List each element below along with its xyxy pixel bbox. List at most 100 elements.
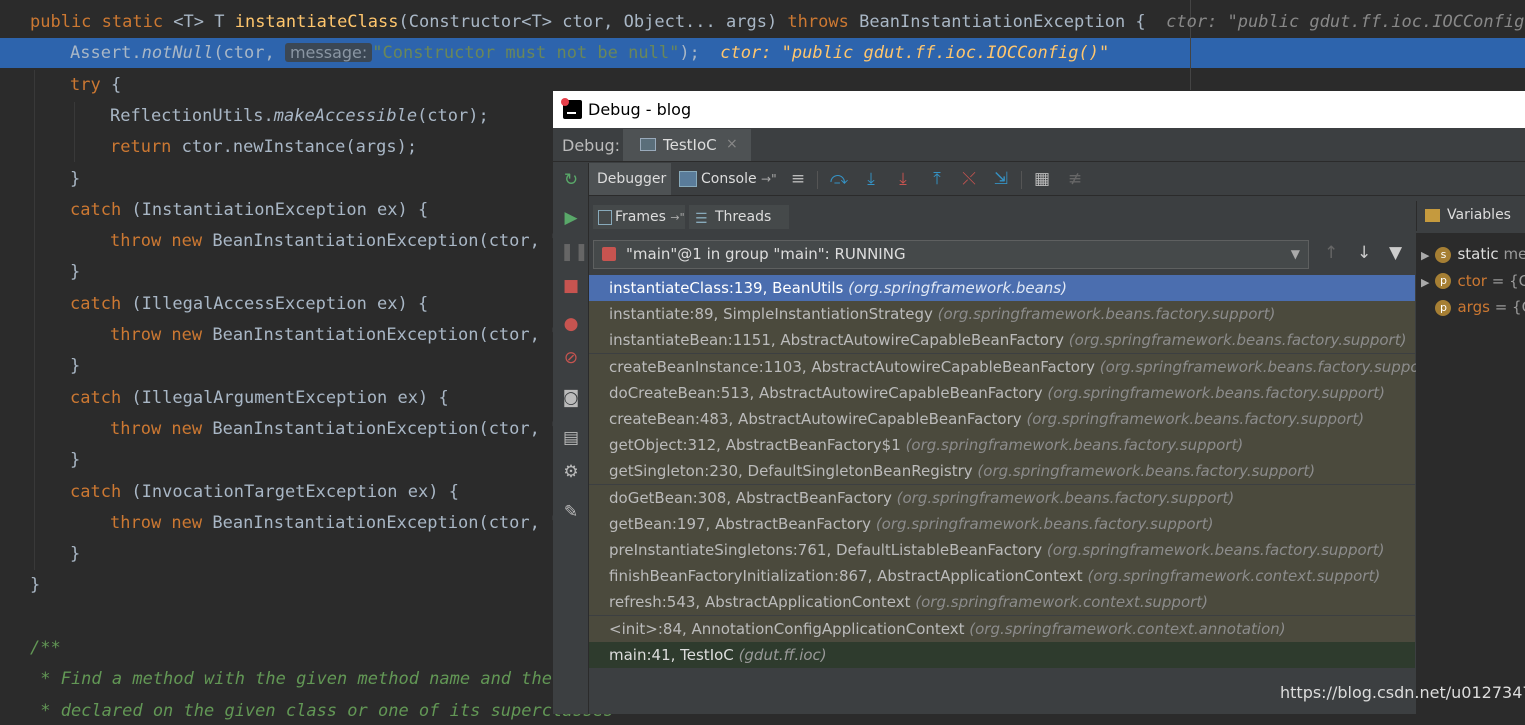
stack-frame-row[interactable]: doGetBean:308, AbstractBeanFactory (org.… — [589, 484, 1415, 511]
frame-method: instantiate:89, SimpleInstantiationStrat… — [609, 305, 933, 324]
menu-icon[interactable]: ≡ — [788, 169, 808, 189]
settings-gear-icon[interactable]: ⚙ — [560, 461, 582, 483]
run-to-cursor-icon[interactable]: ⇲ — [991, 169, 1011, 189]
code-token: catch — [70, 199, 132, 220]
step-over-icon[interactable]: ⤓ — [861, 169, 881, 189]
code-line: return ctor.newInstance(args); — [110, 133, 417, 161]
rerun-icon[interactable]: ↻ — [560, 169, 582, 191]
frame-method: <init>:84, AnnotationConfigApplicationCo… — [609, 619, 965, 638]
step-out-icon[interactable]: ⤒ — [927, 169, 947, 189]
stack-frame-row[interactable]: createBeanInstance:1103, AbstractAutowir… — [589, 353, 1437, 380]
frames-list: instantiateClass:139, BeanUtils (org.spr… — [589, 275, 1437, 714]
stop-icon[interactable]: ■ — [560, 275, 582, 297]
frame-method: doCreateBean:513, AbstractAutowireCapabl… — [609, 383, 1043, 402]
tab-threads[interactable]: ☰ Threads →" — [689, 205, 789, 248]
console-icon — [679, 171, 697, 187]
watermark: https://blog.csdn.net/u012734723 — [1280, 683, 1525, 702]
expand-arrow-icon[interactable]: ▶ — [1421, 249, 1429, 262]
chevron-down-icon: ▼ — [1290, 247, 1300, 261]
camera-icon[interactable]: ◙ — [560, 387, 582, 409]
frame-method: instantiateClass:139, BeanUtils — [609, 279, 844, 297]
stack-frame-row[interactable]: refresh:543, AbstractApplicationContext … — [589, 589, 1415, 616]
code-line: /** — [30, 634, 61, 662]
debug-window-titlebar[interactable]: Debug - blog — [553, 91, 1525, 128]
indent-guide — [74, 102, 75, 162]
variable-row[interactable]: ▶pargs = {C — [1417, 294, 1525, 320]
pin-icon[interactable]: ✎ — [560, 501, 582, 523]
code-token: public static — [30, 12, 174, 32]
code-token: ); — [679, 43, 721, 64]
view-breakpoints-icon[interactable]: ● — [560, 313, 582, 335]
resume-icon[interactable]: ▶ — [560, 207, 582, 229]
stack-frame-row[interactable]: createBean:483, AbstractAutowireCapableB… — [589, 406, 1415, 432]
code-token: BeanInstantiationException(ctor, " — [212, 325, 561, 345]
stack-frame-row[interactable]: preInstantiateSingletons:761, DefaultLis… — [589, 537, 1415, 563]
code-token: BeanInstantiationException(ctor, "( — [212, 512, 571, 533]
frame-package: (org.springframework.beans.factory.suppo… — [1047, 383, 1386, 402]
stack-frame-row[interactable]: instantiate:89, SimpleInstantiationStrat… — [589, 301, 1415, 328]
code-token: makeAccessible — [273, 105, 418, 126]
stack-frame-row[interactable]: <init>:84, AnnotationConfigApplicationCo… — [589, 615, 1415, 642]
show-execution-point-icon[interactable]: ⤼ — [829, 169, 849, 189]
expand-arrow-icon[interactable]: ▶ — [1421, 276, 1429, 289]
variables-header[interactable]: Variables — [1416, 201, 1525, 231]
thread-selector-dropdown[interactable]: "main"@1 in group "main": RUNNING ▼ — [593, 240, 1309, 269]
threads-icon: ☰ — [695, 211, 708, 227]
run-config-icon — [640, 138, 656, 151]
code-token: (Constructor<T> ctor, Object... args) — [398, 12, 788, 32]
next-frame-arrow-icon[interactable]: ↓ — [1357, 243, 1371, 263]
evaluate-expression-icon[interactable]: ▦ — [1032, 169, 1052, 189]
variable-kind-icon: s — [1435, 246, 1452, 263]
tab-label: TestIoC — [663, 136, 717, 154]
code-token: throw new — [110, 512, 213, 533]
tab-frames[interactable]: Frames →" — [593, 205, 685, 229]
toolbar-separator — [817, 171, 818, 189]
stack-frame-row[interactable]: instantiateBean:1151, AbstractAutowireCa… — [589, 327, 1415, 354]
stack-frame-row[interactable]: getObject:312, AbstractBeanFactory$1 (or… — [589, 432, 1415, 459]
code-token: (InvocationTargetException ex) { — [131, 481, 459, 502]
pause-icon[interactable]: ❚❚ — [560, 241, 589, 263]
pin-tab-icon: →" — [761, 172, 777, 186]
variable-row[interactable]: ▶ pctor = {C — [1417, 268, 1525, 294]
layout-icon[interactable]: ▤ — [560, 427, 582, 449]
previous-frame-arrow-icon[interactable]: ↑ — [1324, 243, 1338, 263]
tab-console[interactable]: Console →" — [677, 163, 781, 195]
code-token: throw new — [110, 231, 213, 252]
frames-threads-tabs: Frames →" ☰ Threads →" — [589, 201, 1415, 248]
stack-frame-row[interactable]: finishBeanFactoryInitialization:867, Abs… — [589, 563, 1415, 590]
drop-frame-icon[interactable]: ⤬ — [959, 169, 979, 189]
frame-package: (org.springframework.beans.factory.suppo… — [1068, 331, 1407, 350]
stack-frame-row[interactable]: getSingleton:230, DefaultSingletonBeanRe… — [589, 458, 1415, 485]
filter-icon[interactable]: ▼ — [1389, 243, 1402, 263]
frame-method: refresh:543, AbstractApplicationContext — [609, 593, 911, 612]
frame-method: instantiateBean:1151, AbstractAutowireCa… — [609, 331, 1065, 350]
code-token: } — [30, 575, 41, 596]
code-token: ctor.newInstance(args); — [181, 137, 418, 158]
indent-guide — [34, 70, 35, 570]
code-token: BeanInstantiationException(ctor, " — [212, 418, 561, 439]
variables-label: Variables — [1447, 207, 1511, 223]
stack-frame-row[interactable]: main:41, TestIoC (gdut.ff.ioc) — [589, 641, 1415, 668]
variable-row[interactable]: ▶ s static me — [1417, 241, 1525, 267]
frame-package: (org.springframework.beans.factory.suppo… — [937, 305, 1276, 324]
code-line: catch (InvocationTargetException ex) { — [70, 478, 459, 506]
code-line: } — [70, 446, 80, 474]
code-token: (ctor); — [417, 105, 489, 126]
frames-label: Frames — [615, 209, 666, 225]
frame-package: (org.springframework.beans.factory.suppo… — [875, 514, 1214, 533]
code-token: (ctor, — [213, 43, 285, 64]
stack-frame-row[interactable]: doCreateBean:513, AbstractAutowireCapabl… — [589, 379, 1415, 406]
trace-icon[interactable]: ≢ — [1065, 169, 1085, 189]
frame-package: (gdut.ff.ioc) — [738, 645, 827, 664]
frame-method: finishBeanFactoryInitialization:867, Abs… — [609, 567, 1083, 586]
mute-breakpoints-icon[interactable]: ⊘ — [560, 347, 582, 369]
step-into-icon[interactable]: ⤓ — [893, 169, 913, 189]
stack-frame-row[interactable]: instantiateClass:139, BeanUtils (org.spr… — [589, 275, 1415, 301]
stack-frame-row[interactable]: getBean:197, AbstractBeanFactory (org.sp… — [589, 510, 1415, 537]
variable-kind-icon: p — [1435, 299, 1452, 316]
close-tab-icon[interactable]: × — [726, 136, 738, 152]
tab-testioc[interactable]: TestIoC × — [623, 129, 751, 161]
code-line: } — [70, 165, 80, 193]
tab-debugger[interactable]: Debugger — [589, 163, 671, 195]
frame-package: (org.springframework.beans.factory.suppo… — [896, 488, 1235, 507]
